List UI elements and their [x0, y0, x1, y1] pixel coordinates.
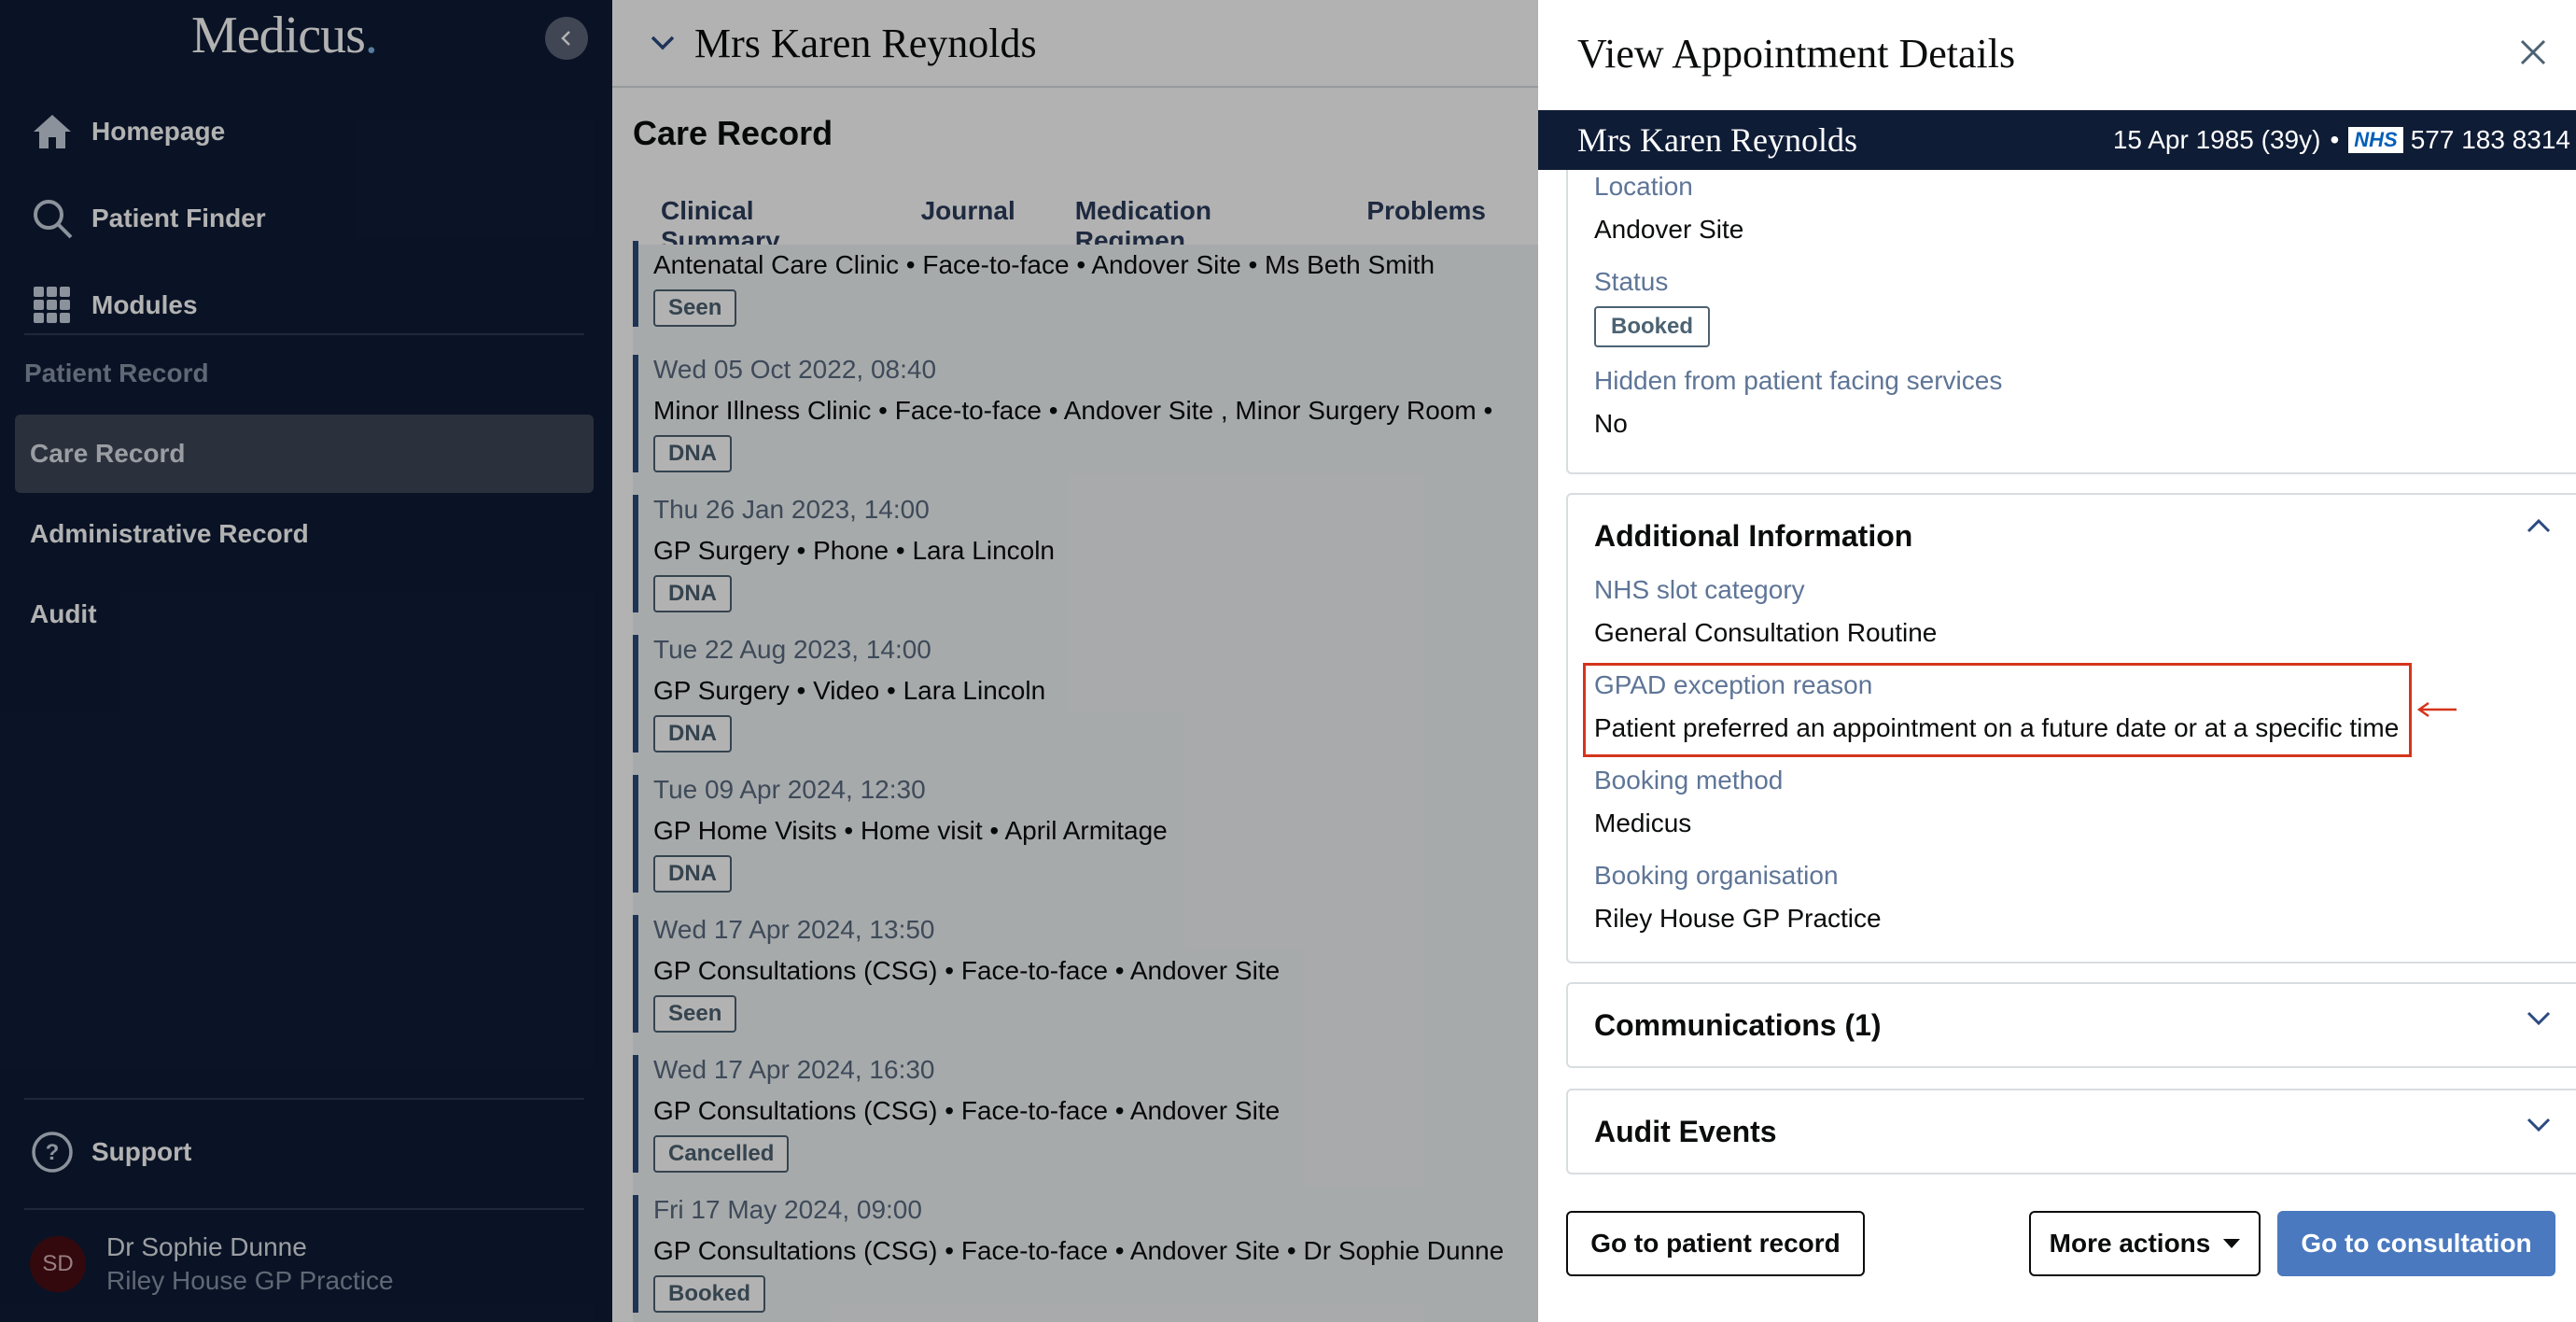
modal-backdrop[interactable] [0, 0, 1546, 1322]
status-badge: Booked [1594, 306, 1711, 347]
more-actions-button[interactable]: More actions [2029, 1211, 2261, 1276]
go-to-consultation-button[interactable]: Go to consultation [2277, 1211, 2555, 1276]
highlight-box [1583, 663, 2412, 757]
status-label: Status [1594, 267, 1669, 296]
chevron-down-icon[interactable] [2524, 1003, 2554, 1033]
audit-events-section[interactable]: Audit Events [1566, 1089, 2576, 1174]
close-icon[interactable] [2514, 34, 2552, 71]
nhs-slot-category-value: General Consultation Routine [1594, 618, 1938, 647]
nhs-logo: NHS [2348, 127, 2403, 153]
banner-patient-name: Mrs Karen Reynolds [1577, 121, 1857, 159]
caret-down-icon [2223, 1239, 2241, 1248]
appointment-details-card: Location Andover Site Status Booked Hidd… [1566, 159, 2576, 474]
communications-title: Communications (1) [1594, 1008, 1882, 1042]
patient-banner: Mrs Karen Reynolds 15 Apr 1985 (39y) • N… [1538, 110, 2576, 170]
booking-method-value: Medicus [1594, 809, 1692, 837]
hidden-value: No [1594, 409, 1628, 438]
chevron-down-icon[interactable] [2524, 1109, 2554, 1139]
appointment-details-panel: View Appointment Details Location Andove… [1538, 0, 2576, 1322]
banner-meta: 15 Apr 1985 (39y) • NHS 577 183 8314 [2113, 125, 2570, 155]
location-value: Andover Site [1594, 215, 1744, 244]
hidden-label: Hidden from patient facing services [1594, 366, 2003, 395]
go-to-patient-record-button[interactable]: Go to patient record [1566, 1211, 1865, 1276]
nhs-slot-category-label: NHS slot category [1594, 575, 1805, 604]
banner-dob: 15 Apr 1985 (39y) [2112, 125, 2321, 154]
booking-method-label: Booking method [1594, 766, 1784, 795]
additional-information-title[interactable]: Additional Information [1594, 519, 1912, 554]
arrow-left-icon [2416, 701, 2457, 718]
booking-organisation-value: Riley House GP Practice [1594, 904, 1882, 933]
panel-title: View Appointment Details [1577, 31, 2016, 77]
booking-organisation-label: Booking organisation [1594, 861, 1839, 890]
chevron-up-icon[interactable] [2524, 512, 2554, 541]
audit-events-title: Audit Events [1594, 1115, 1777, 1148]
communications-section[interactable]: Communications (1) [1566, 982, 2576, 1068]
banner-nhs-number: 577 183 8314 [2410, 125, 2570, 154]
banner-separator: • [2330, 125, 2340, 154]
more-actions-label: More actions [2049, 1229, 2211, 1258]
location-label: Location [1594, 172, 1693, 201]
